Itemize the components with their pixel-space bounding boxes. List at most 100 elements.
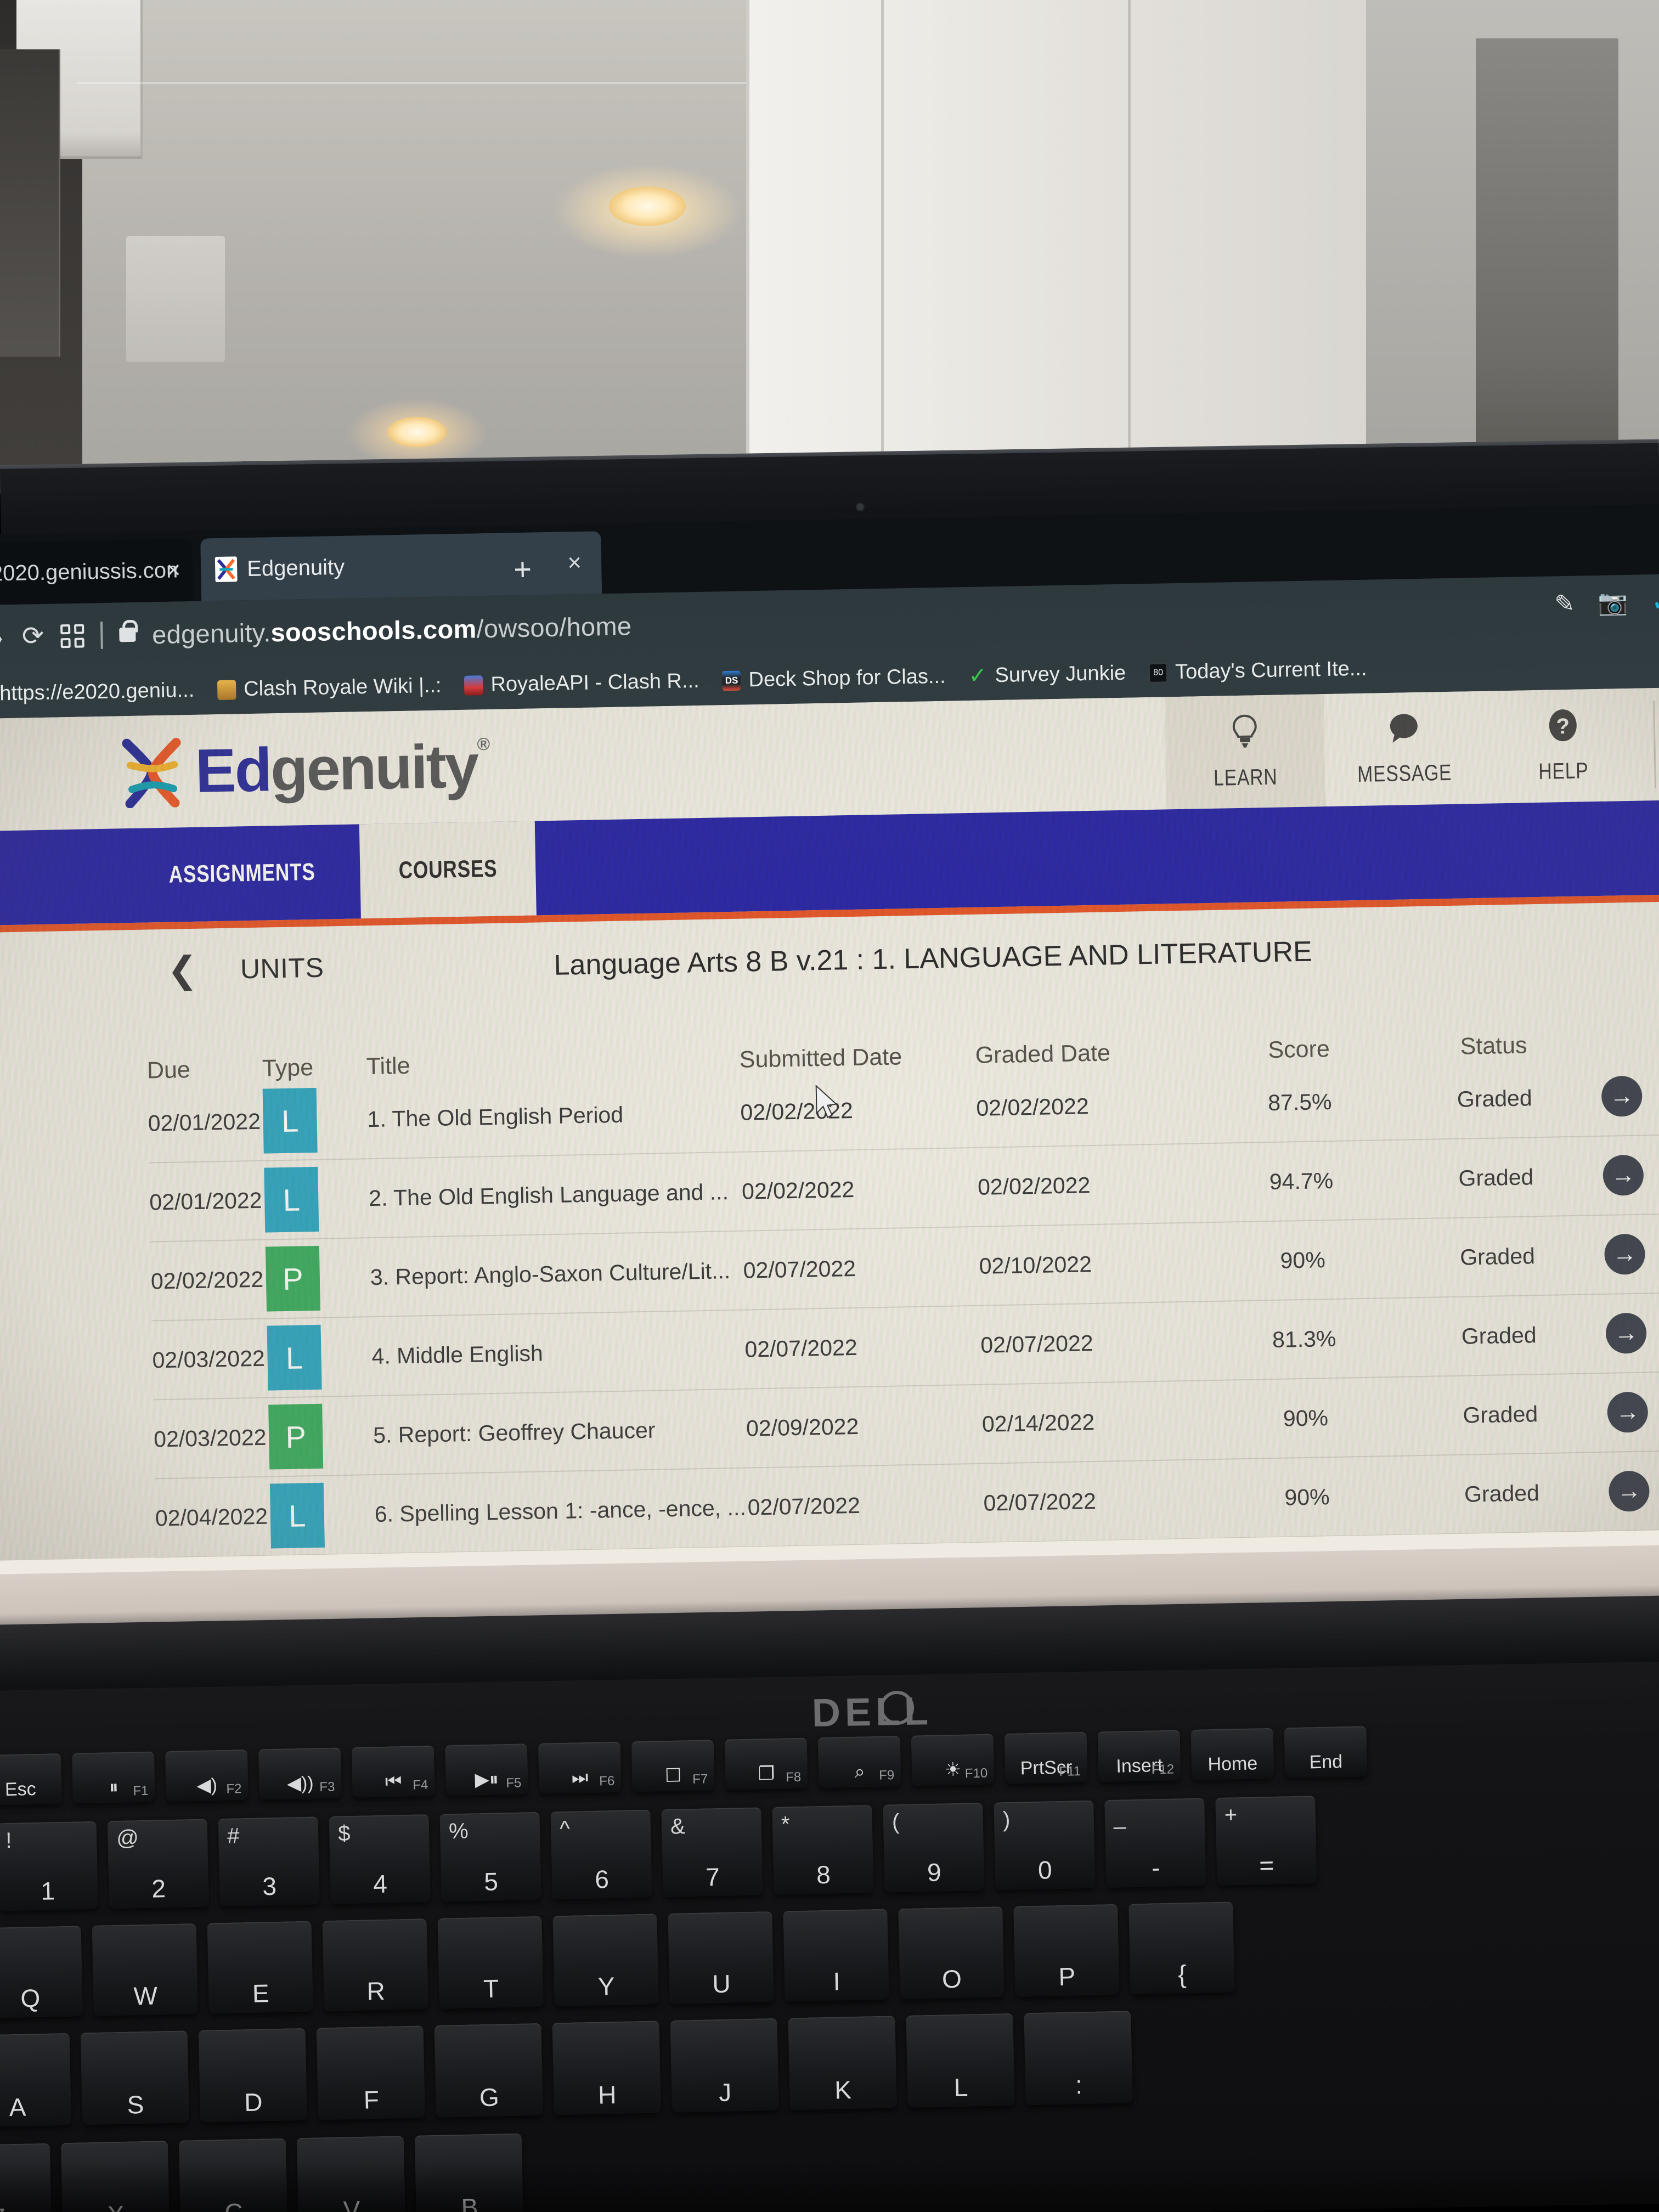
key-label: ⏭: [571, 1767, 589, 1788]
cell-title[interactable]: 3. Report: Anglo-Saxon Culture/Lit...: [370, 1257, 743, 1290]
key-t[interactable]: T: [437, 1916, 544, 2009]
arrow-right-circle-icon[interactable]: →: [1604, 1233, 1646, 1275]
cell-title[interactable]: 2. The Old English Language and ...: [369, 1178, 742, 1211]
address-bar-url[interactable]: edgenuity.sooschools.com/owsoo/home: [152, 611, 632, 650]
key-k[interactable]: K: [788, 2016, 897, 2111]
chevron-left-icon[interactable]: ❮: [167, 949, 198, 991]
bookmark-item[interactable]: ✓ Survey Junkie: [960, 661, 1135, 688]
edgenuity-wordmark: Edgenuity®: [195, 731, 489, 805]
bookmark-item[interactable]: Clash Royale Wiki |..:: [208, 674, 450, 702]
key-home[interactable]: Home: [1190, 1728, 1274, 1780]
key-s[interactable]: S: [80, 2030, 190, 2125]
camera-icon[interactable]: 📷: [1598, 588, 1628, 617]
reload-icon[interactable]: ⟳: [21, 622, 44, 651]
units-label[interactable]: UNITS: [240, 951, 324, 985]
key-a[interactable]: A: [0, 2033, 72, 2128]
key-8[interactable]: * 8: [772, 1805, 874, 1895]
key-2[interactable]: @2: [107, 1819, 209, 1909]
key-bracket-left[interactable]: {: [1128, 1901, 1235, 1995]
tab-title: ://e2020.geniussis.com: [0, 557, 179, 586]
key-5[interactable]: % 5: [439, 1812, 541, 1902]
key-p[interactable]: P: [1013, 1904, 1120, 1997]
key-label: I: [833, 1967, 840, 1996]
key-end[interactable]: End: [1284, 1726, 1368, 1779]
help-button[interactable]: ? HELP: [1483, 688, 1644, 803]
key-prtscr[interactable]: PrtScr F11: [1004, 1731, 1088, 1784]
key-j[interactable]: J: [670, 2018, 779, 2113]
key-q[interactable]: Q: [0, 1926, 83, 2019]
key-3[interactable]: #3: [218, 1816, 320, 1906]
key-7[interactable]: & 7: [661, 1807, 763, 1898]
key-o[interactable]: O: [898, 1906, 1005, 2000]
key-g[interactable]: G: [434, 2023, 544, 2118]
key-e[interactable]: E: [207, 1921, 313, 2014]
key-r[interactable]: R: [322, 1918, 428, 2012]
cell-graded: 02/07/2022: [983, 1488, 1097, 1516]
close-icon[interactable]: ×: [166, 556, 181, 583]
key-f7[interactable]: ☐ F7: [631, 1740, 715, 1792]
arrow-right-circle-icon[interactable]: →: [1602, 1154, 1644, 1196]
key-sublabel: F8: [785, 1769, 802, 1785]
arrow-right-circle-icon[interactable]: →: [1608, 1470, 1650, 1512]
cell-title[interactable]: 5. Report: Geoffrey Chaucer: [373, 1415, 747, 1448]
collections-grid-icon[interactable]: [60, 623, 84, 648]
key-1[interactable]: ! 1: [0, 1821, 98, 1911]
key-label: 7: [705, 1862, 720, 1892]
key-minus[interactable]: _ -: [1104, 1798, 1206, 1888]
bookmark-item[interactable]: 80 Today's Current Ite...: [1140, 657, 1376, 685]
arrow-right-circle-icon[interactable]: →: [1607, 1391, 1649, 1433]
tab-courses[interactable]: COURSES: [359, 821, 537, 919]
key-insert[interactable]: Insert F12: [1097, 1730, 1181, 1782]
key-f4[interactable]: ⏮ F4: [351, 1745, 435, 1798]
bookmark-item[interactable]: https://e2020.geniu...: [0, 679, 204, 707]
key-9[interactable]: (9: [883, 1802, 985, 1893]
key-u[interactable]: U: [668, 1911, 774, 2004]
arrow-right-circle-icon[interactable]: →: [1601, 1075, 1643, 1117]
key-f6[interactable]: ⏭ F6: [538, 1741, 622, 1794]
key-semicolon[interactable]: :: [1024, 2011, 1133, 2106]
browser-tab-edgenuity[interactable]: Edgenuity ×: [200, 531, 602, 601]
key-f10[interactable]: ☀ F10: [911, 1734, 995, 1786]
key-l[interactable]: L: [906, 2013, 1015, 2108]
key-h[interactable]: H: [552, 2021, 661, 2115]
cell-title[interactable]: 4. Middle English: [371, 1336, 745, 1369]
learn-button[interactable]: LEARN: [1164, 694, 1326, 810]
key-f1[interactable]: ⏸ F1: [72, 1751, 155, 1804]
key-f5[interactable]: ▶⏸ F5: [444, 1743, 528, 1796]
key-equals[interactable]: + =: [1215, 1796, 1317, 1886]
key-label: ☐: [664, 1765, 682, 1786]
key-w[interactable]: W: [92, 1923, 199, 2016]
edit-pen-icon[interactable]: ✎: [1554, 589, 1575, 618]
close-icon[interactable]: ×: [567, 549, 582, 576]
key-f9[interactable]: ⌕ F9: [817, 1735, 901, 1788]
key-y[interactable]: Y: [552, 1914, 659, 2007]
bookmark-item[interactable]: DS Deck Shop for Clas...: [713, 664, 955, 692]
key-f8[interactable]: ❐ F8: [724, 1737, 808, 1790]
key-d[interactable]: D: [198, 2028, 308, 2123]
key-4[interactable]: $4: [329, 1814, 431, 1904]
key-f3[interactable]: ◀)) F3: [258, 1747, 342, 1800]
key-6[interactable]: ^ 6: [550, 1809, 652, 1900]
key-0[interactable]: ) 0: [994, 1800, 1096, 1891]
page-title: Language Arts 8 B v.21 : 1. LANGUAGE AND…: [554, 935, 1313, 981]
key-f2[interactable]: ◀) F2: [165, 1749, 249, 1802]
edgenuity-logo[interactable]: Edgenuity®: [119, 730, 489, 809]
tab-assignments[interactable]: ASSIGNMENTS: [123, 824, 361, 923]
bookmark-item[interactable]: RoyaleAPI - Clash R...: [455, 669, 708, 697]
checkmark-extension-icon[interactable]: ✓: [1651, 585, 1659, 618]
key-sublabel: F12: [1151, 1762, 1175, 1778]
cell-title[interactable]: 6. Spelling Lesson 1: -ance, -ence, ...: [374, 1494, 748, 1527]
new-tab-button[interactable]: +: [514, 551, 532, 588]
browser-tab-geniussis[interactable]: ://e2020.geniussis.com ×: [0, 538, 194, 606]
key-f[interactable]: F: [316, 2025, 426, 2120]
key-label: :: [1075, 2070, 1083, 2100]
key-i[interactable]: I: [783, 1909, 889, 2002]
message-button[interactable]: MESSAGE: [1324, 691, 1485, 806]
key-esc[interactable]: Esc: [0, 1753, 62, 1806]
key-sublabel: F4: [413, 1778, 428, 1793]
arrow-right-circle-icon[interactable]: →: [1605, 1312, 1647, 1354]
toolbar-divider: [100, 621, 103, 649]
cell-title[interactable]: 1. The Old English Period: [367, 1099, 741, 1132]
back-arrow-icon[interactable]: ❯: [0, 623, 5, 652]
cell-type: P: [268, 1403, 374, 1470]
